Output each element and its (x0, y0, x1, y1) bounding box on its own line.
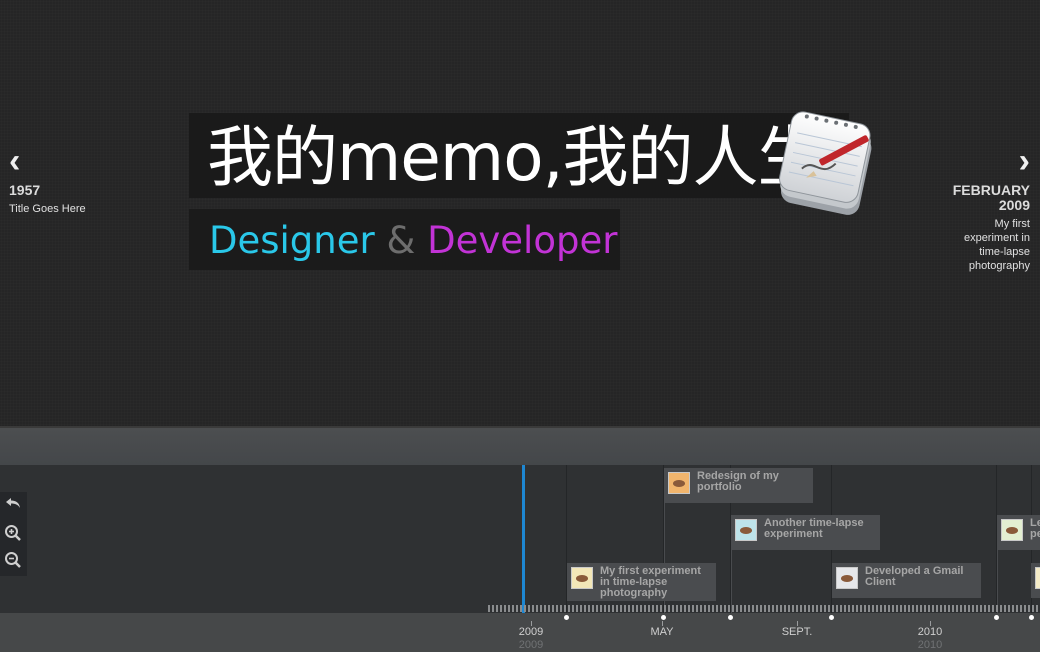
next-slide-nav[interactable]: › FEBRUARY 2009 My first experiment in t… (940, 144, 1030, 273)
next-slide-date-year: 2009 (998, 197, 1030, 213)
page-subtitle: Designer & Developer (209, 218, 617, 264)
flag-title-line: portfolio (697, 481, 742, 493)
flag-title-line: pe (1030, 528, 1040, 540)
event-dot[interactable] (661, 615, 666, 620)
next-slide-title-line: My first (994, 218, 1030, 230)
timeline-flag-first-experiment[interactable]: My first experiment in time-lapse photog… (567, 563, 716, 601)
axis-era-label: 2009 (518, 639, 544, 651)
previous-slide-title: Title Goes Here (9, 203, 86, 215)
flag-thumbnail (668, 472, 690, 494)
axis-era-label: 2010 (917, 639, 943, 651)
timeline-app: ‹ 1957 Title Goes Here › FEBRUARY 2009 M… (0, 0, 1040, 652)
flag-title-line: experiment (764, 528, 823, 540)
timeline-flag-partial[interactable]: Le pe (997, 515, 1040, 550)
timeline-flag-cut-off[interactable] (1031, 563, 1040, 598)
axis-minor-ticks (488, 605, 1040, 612)
zoom-out-icon[interactable] (4, 551, 22, 569)
page-title: 我的memo,我的人生 (207, 119, 824, 196)
subtitle-ampersand: & (386, 219, 416, 262)
chevron-right-icon[interactable]: › (940, 144, 1030, 178)
event-dot[interactable] (829, 615, 834, 620)
previous-slide-date: 1957 (9, 182, 41, 198)
next-slide-title: My first experiment in time-lapse photog… (940, 217, 1030, 273)
event-dot[interactable] (994, 615, 999, 620)
flag-thumbnail (836, 567, 858, 589)
axis-label-2010: 2010 (917, 626, 943, 638)
event-dot[interactable] (1029, 615, 1034, 620)
next-slide-title-line: photography (968, 260, 1030, 272)
zoom-in-icon[interactable] (4, 524, 22, 542)
previous-slide-nav[interactable]: ‹ 1957 Title Goes Here (9, 144, 86, 216)
subtitle-designer: Designer (209, 219, 375, 262)
current-date-marker[interactable] (522, 465, 525, 615)
next-slide-title-line: time-lapse (979, 246, 1030, 258)
event-dot[interactable] (728, 615, 733, 620)
slide-area: ‹ 1957 Title Goes Here › FEBRUARY 2009 M… (0, 0, 1040, 426)
timeline-flag-timelapse[interactable]: Another time-lapse experiment (731, 515, 880, 550)
timeline-flag-portfolio[interactable]: Redesign of my portfolio (664, 468, 813, 503)
undo-icon[interactable] (4, 494, 22, 512)
flag-thumbnail (1035, 567, 1040, 589)
timeline-toolbar (0, 492, 27, 576)
flag-thumbnail (1001, 519, 1023, 541)
flag-stem (997, 550, 998, 613)
next-slide-date-month: FEBRUARY (952, 182, 1030, 198)
timeline-flag-gmail-client[interactable]: Developed a Gmail Client (832, 563, 981, 598)
axis-label-may: MAY (650, 626, 674, 638)
next-slide-date: FEBRUARY 2009 (940, 183, 1030, 213)
flag-title-line: photography (600, 587, 668, 599)
flag-thumbnail (735, 519, 757, 541)
event-dot[interactable] (564, 615, 569, 620)
flag-thumbnail (571, 567, 593, 589)
flag-stem (731, 550, 732, 613)
timeline-navigator[interactable]: Redesign of my portfolio Another time-la… (0, 465, 1040, 652)
axis-label-sept: SEPT. (781, 626, 813, 638)
chevron-left-icon[interactable]: ‹ (9, 144, 86, 178)
notepad-pencil-icon (779, 111, 872, 215)
subtitle-developer: Developer (427, 219, 618, 262)
flag-title-line: Client (865, 576, 896, 588)
axis-label-2009: 2009 (518, 626, 544, 638)
next-slide-title-line: experiment in (963, 232, 1030, 244)
timeline-divider[interactable] (0, 426, 1040, 465)
